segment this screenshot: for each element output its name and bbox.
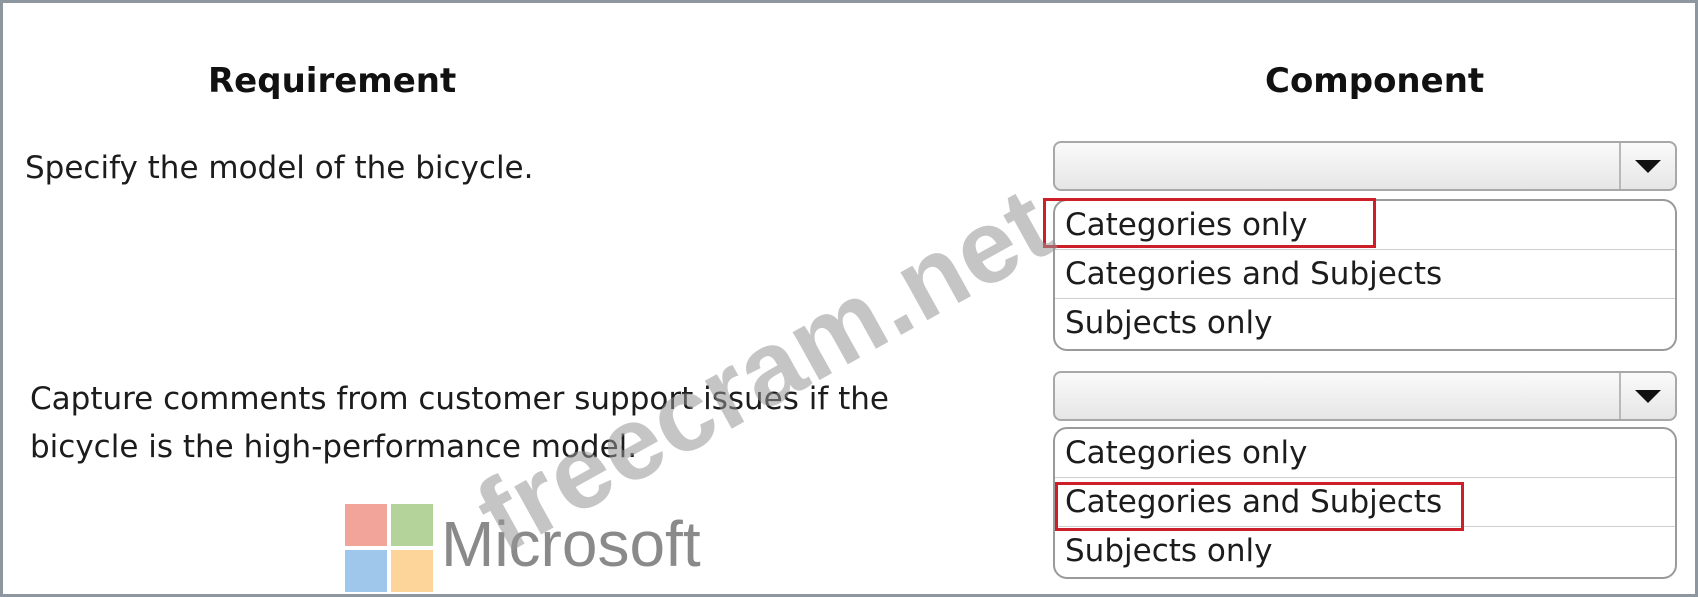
requirement-heading: Requirement	[208, 61, 457, 101]
triangle-down-icon	[1635, 160, 1661, 173]
component-dropdown-2[interactable]	[1053, 371, 1677, 421]
requirement-text-2: Capture comments from customer support i…	[30, 381, 889, 465]
logo-wordmark: Microsoft	[441, 508, 701, 580]
logo-blue-square	[345, 550, 387, 592]
selected-answer-highlight-2	[1055, 482, 1464, 531]
option-subjects-only[interactable]: Subjects only	[1055, 527, 1675, 576]
component-heading: Component	[1265, 61, 1485, 101]
option-subjects-only[interactable]: Subjects only	[1055, 299, 1675, 348]
dropdown-arrow-button[interactable]	[1619, 373, 1675, 419]
requirement-text-1: Specify the model of the bicycle.	[25, 150, 534, 186]
triangle-down-icon	[1635, 390, 1661, 403]
logo-red-square	[345, 504, 387, 546]
dropdown-arrow-button[interactable]	[1619, 143, 1675, 189]
logo-green-square	[391, 504, 433, 546]
selected-answer-highlight-1	[1043, 198, 1376, 248]
component-dropdown-1[interactable]	[1053, 141, 1677, 191]
option-categories-only[interactable]: Categories only	[1055, 429, 1675, 478]
option-categories-and-subjects[interactable]: Categories and Subjects	[1055, 250, 1675, 299]
logo-yellow-square	[391, 550, 433, 592]
answer-area: Requirement Component Specify the model …	[0, 0, 1698, 597]
